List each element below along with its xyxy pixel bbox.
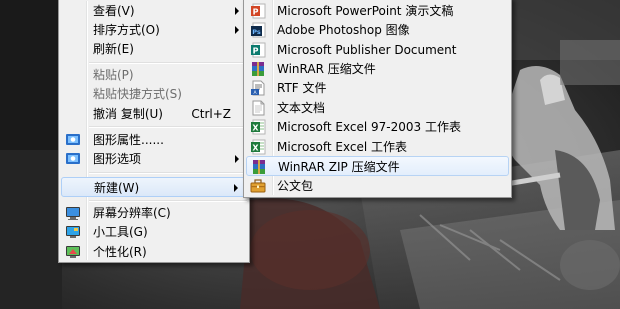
svg-text:X: X: [252, 144, 259, 153]
personalize-icon: [65, 244, 81, 260]
menu-item-label: 粘贴快捷方式(S): [93, 87, 182, 101]
desktop-context-menu: 查看(V) 排序方式(O) 刷新(E) 粘贴(P) 粘贴快捷方式(S) 撤消 复…: [58, 0, 250, 263]
photoshop-icon: Ps: [250, 22, 266, 38]
menu-item-shortcut: Ctrl+Z: [191, 107, 231, 121]
new-excel-97-item[interactable]: X Microsoft Excel 97-2003 工作表: [246, 117, 509, 137]
winrar-zip-icon: [251, 159, 267, 175]
submenu-arrow-icon: [234, 184, 238, 192]
svg-text:X: X: [252, 124, 259, 133]
menu-item-screen-resolution[interactable]: 屏幕分辨率(C): [61, 203, 247, 223]
menu-item-label: Microsoft PowerPoint 演示文稿: [277, 4, 454, 18]
new-winrar-zip-item[interactable]: WinRAR ZIP 压缩文件: [246, 156, 509, 176]
menu-separator: [89, 172, 247, 174]
svg-text:Ps: Ps: [252, 28, 261, 36]
menu-item-label: Adobe Photoshop 图像: [277, 23, 410, 37]
new-winrar-archive-item[interactable]: WinRAR 压缩文件: [246, 59, 509, 79]
new-rtf-item[interactable]: A RTF 文件: [246, 78, 509, 98]
menu-item-label: 刷新(E): [93, 42, 134, 56]
menu-item-label: 粘贴(P): [93, 68, 134, 82]
intel-graphics-icon: [65, 151, 81, 167]
menu-item-gadgets[interactable]: 小工具(G): [61, 222, 247, 242]
winrar-icon: [250, 61, 266, 77]
new-photoshop-item[interactable]: Ps Adobe Photoshop 图像: [246, 20, 509, 40]
menu-item-graphics-properties[interactable]: 图形属性......: [61, 130, 247, 150]
menu-item-undo-copy[interactable]: 撤消 复制(U) Ctrl+Z: [61, 104, 247, 124]
menu-item-label: WinRAR ZIP 压缩文件: [278, 160, 400, 174]
submenu-arrow-icon: [235, 26, 239, 34]
new-submenu: P Microsoft PowerPoint 演示文稿 Ps Adobe Pho…: [243, 0, 512, 198]
new-text-document-item[interactable]: 文本文档: [246, 98, 509, 118]
text-document-icon: [250, 100, 266, 116]
menu-item-label: RTF 文件: [277, 81, 327, 95]
menu-item-label: 撤消 复制(U): [93, 107, 163, 121]
excel-icon: X: [250, 139, 266, 155]
screen-resolution-icon: [65, 205, 81, 221]
menu-item-label: Microsoft Excel 工作表: [277, 140, 408, 154]
menu-item-personalize[interactable]: 个性化(R): [61, 242, 247, 262]
menu-item-graphics-options[interactable]: 图形选项: [61, 149, 247, 169]
menu-item-view[interactable]: 查看(V): [61, 1, 247, 21]
menu-item-paste-shortcut[interactable]: 粘贴快捷方式(S): [61, 84, 247, 104]
powerpoint-icon: P: [250, 3, 266, 19]
menu-separator: [89, 200, 247, 202]
new-briefcase-item[interactable]: 公文包: [246, 176, 509, 196]
menu-item-label: 图形属性......: [93, 133, 164, 147]
briefcase-icon: [250, 178, 266, 194]
intel-graphics-icon: [65, 132, 81, 148]
menu-item-label: 图形选项: [93, 152, 142, 166]
gadgets-icon: [65, 224, 81, 240]
menu-separator: [89, 126, 247, 128]
menu-item-new[interactable]: 新建(W): [61, 177, 247, 197]
menu-item-label: Microsoft Publisher Document: [277, 43, 457, 57]
menu-item-refresh[interactable]: 刷新(E): [61, 39, 247, 59]
menu-item-label: 个性化(R): [93, 245, 147, 259]
menu-item-sort-by[interactable]: 排序方式(O): [61, 20, 247, 40]
menu-item-label: 新建(W): [94, 181, 140, 195]
menu-item-label: 公文包: [277, 179, 314, 193]
menu-item-label: 文本文档: [277, 101, 326, 115]
menu-item-label: Microsoft Excel 97-2003 工作表: [277, 120, 461, 134]
menu-item-label: 屏幕分辨率(C): [93, 206, 171, 220]
publisher-icon: P: [250, 42, 266, 58]
menu-separator: [89, 62, 247, 64]
rtf-document-icon: A: [250, 80, 266, 96]
svg-text:P: P: [253, 47, 259, 56]
submenu-arrow-icon: [235, 7, 239, 15]
menu-item-label: 排序方式(O): [93, 23, 160, 37]
new-excel-item[interactable]: X Microsoft Excel 工作表: [246, 137, 509, 157]
menu-item-paste[interactable]: 粘贴(P): [61, 65, 247, 85]
submenu-arrow-icon: [235, 155, 239, 163]
menu-item-label: WinRAR 压缩文件: [277, 62, 376, 76]
menu-item-label: 小工具(G): [93, 225, 148, 239]
excel-97-icon: X: [250, 119, 266, 135]
new-publisher-item[interactable]: P Microsoft Publisher Document: [246, 40, 509, 60]
svg-text:P: P: [253, 8, 259, 17]
new-powerpoint-item[interactable]: P Microsoft PowerPoint 演示文稿: [246, 1, 509, 21]
menu-item-label: 查看(V): [93, 4, 135, 18]
